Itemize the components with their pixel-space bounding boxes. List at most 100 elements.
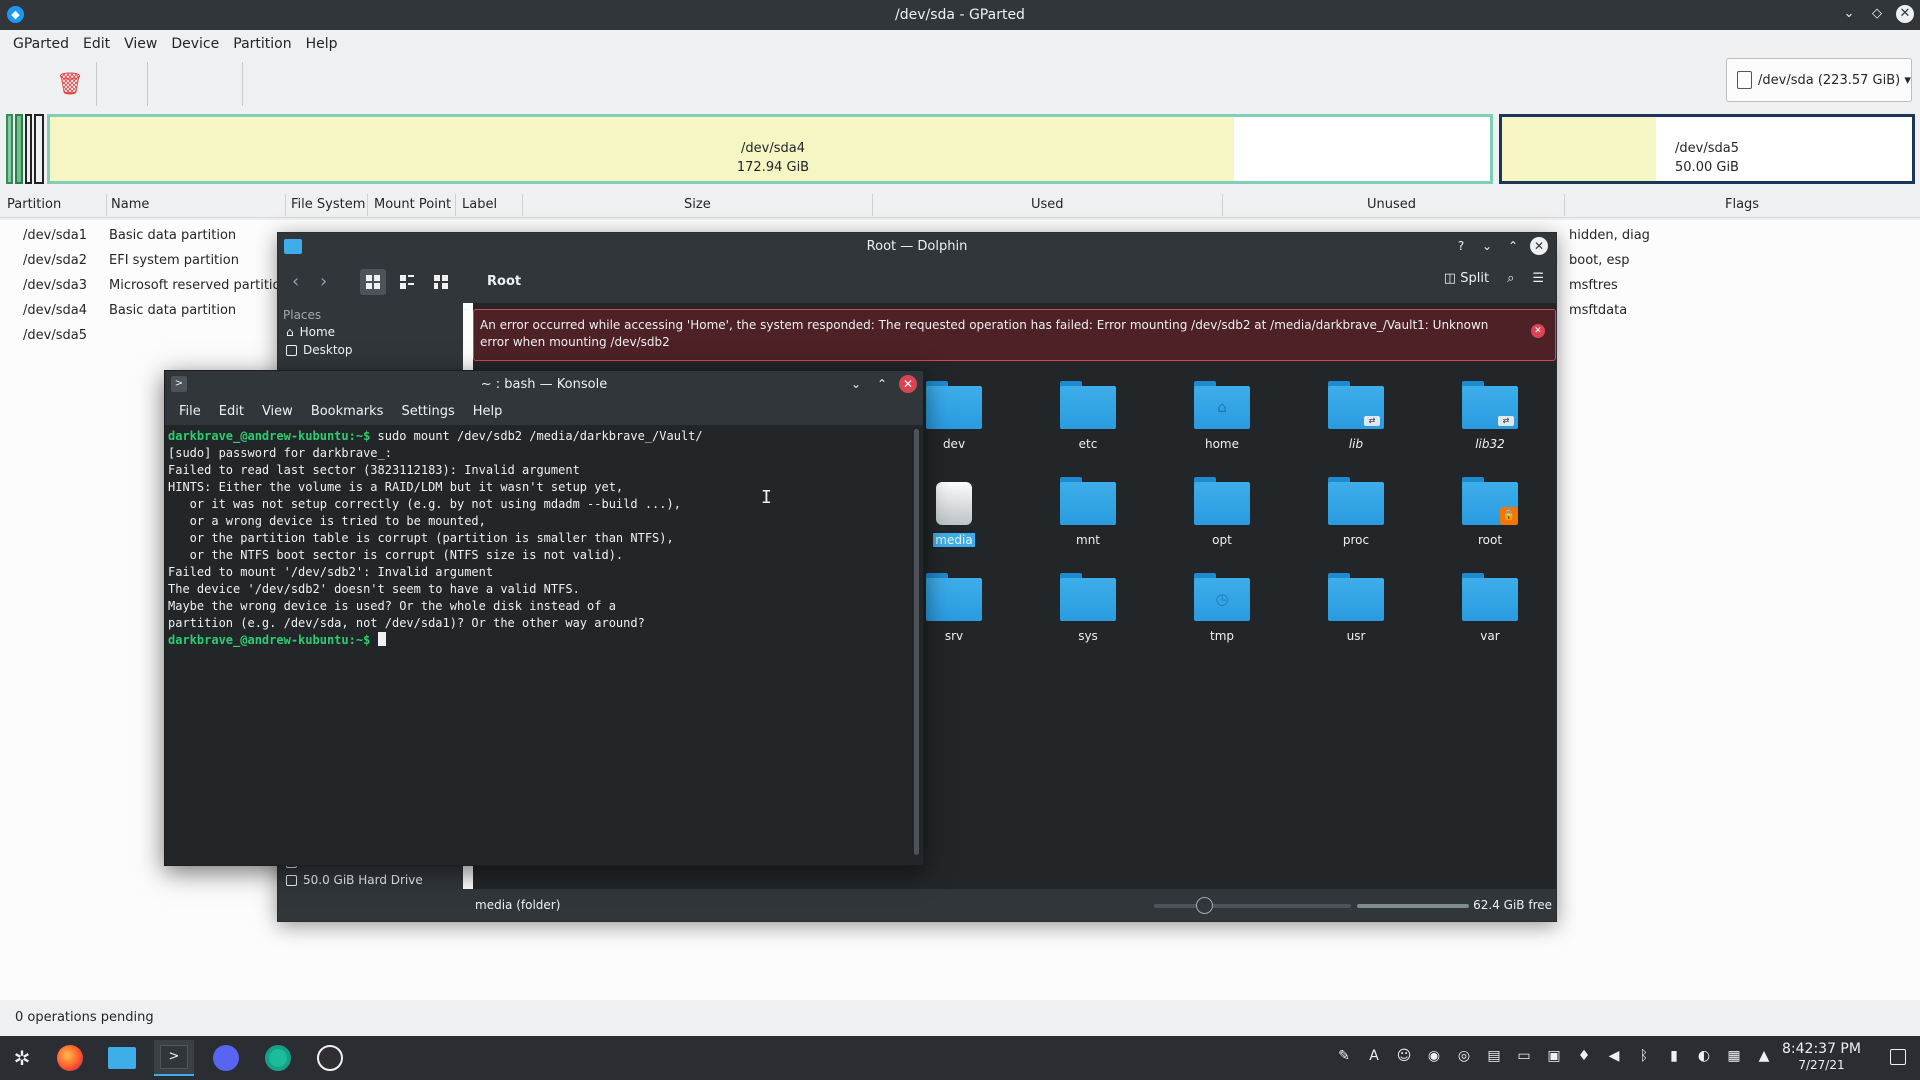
notifications-icon[interactable]: ♦ bbox=[1575, 1048, 1593, 1064]
taskbar-discord[interactable] bbox=[206, 1040, 246, 1076]
close-icon[interactable]: ✕ bbox=[1530, 237, 1548, 255]
menu-device[interactable]: Device bbox=[164, 30, 226, 58]
terminal-output[interactable]: darkbrave_@andrew-kubuntu:~$ sudo mount … bbox=[165, 425, 911, 865]
row-partition: /dev/sda4 bbox=[23, 303, 87, 318]
tray-expand-icon[interactable]: ▲ bbox=[1755, 1048, 1773, 1064]
menu-file[interactable]: File bbox=[170, 399, 210, 425]
image-icon[interactable]: ▣ bbox=[1545, 1048, 1563, 1064]
places-item-drive-50[interactable]: 50.0 GiB Hard Drive bbox=[286, 873, 423, 887]
taskbar-obs[interactable] bbox=[310, 1040, 350, 1076]
network-icon[interactable]: ▦ bbox=[1725, 1048, 1743, 1064]
close-icon[interactable]: ✕ bbox=[899, 375, 917, 393]
partition-sda4-block[interactable]: /dev/sda4 172.94 GiB bbox=[47, 114, 1493, 184]
taskbar-dolphin[interactable] bbox=[102, 1040, 142, 1076]
maximize-icon[interactable]: ⌃ bbox=[1504, 237, 1522, 255]
folder-root[interactable]: 🔒 root bbox=[1445, 477, 1535, 547]
help-icon[interactable]: ? bbox=[1452, 237, 1470, 255]
menu-settings[interactable]: Settings bbox=[392, 399, 463, 425]
column-flags[interactable]: Flags bbox=[1725, 197, 1759, 212]
menu-view[interactable]: View bbox=[117, 30, 164, 58]
menu-view[interactable]: View bbox=[253, 399, 302, 425]
column-size[interactable]: Size bbox=[684, 197, 711, 212]
clipboard-icon[interactable]: ▤ bbox=[1485, 1048, 1503, 1064]
details-view-button[interactable] bbox=[428, 269, 454, 295]
folder-var[interactable]: var bbox=[1445, 573, 1535, 643]
column-partition[interactable]: Partition bbox=[7, 197, 61, 212]
close-error-icon[interactable]: ✕ bbox=[1531, 324, 1545, 338]
search-icon[interactable]: ⌕ bbox=[1507, 271, 1514, 286]
folder-mnt[interactable]: mnt bbox=[1043, 477, 1133, 547]
partition-sda1-block[interactable] bbox=[6, 114, 13, 184]
places-item-desktop[interactable]: Desktop bbox=[286, 343, 353, 357]
show-desktop-icon[interactable] bbox=[1890, 1049, 1906, 1065]
terminal-line: or the NTFS boot sector is corrupt (NTFS… bbox=[168, 548, 624, 562]
partition-sda3b-block[interactable] bbox=[34, 114, 44, 184]
mouse-ibeam-cursor-icon: I bbox=[761, 487, 772, 508]
partition-sda2-block[interactable] bbox=[15, 114, 23, 184]
forward-icon[interactable]: › bbox=[320, 271, 327, 292]
pen-icon[interactable]: ✎ bbox=[1335, 1048, 1353, 1064]
column-file-system[interactable]: File System bbox=[291, 197, 365, 212]
taskbar-konsole[interactable]: > bbox=[154, 1040, 194, 1076]
taskbar-app[interactable] bbox=[258, 1040, 298, 1076]
folder-lib32[interactable]: ⇄ lib32 bbox=[1445, 381, 1535, 451]
column-name[interactable]: Name bbox=[111, 197, 149, 212]
maximize-icon[interactable]: ◇ bbox=[1868, 5, 1886, 23]
folder-tmp[interactable]: ◷ tmp bbox=[1177, 573, 1267, 643]
back-icon[interactable]: ‹ bbox=[292, 271, 299, 292]
battery-icon[interactable]: ▮ bbox=[1665, 1048, 1683, 1064]
minimize-icon[interactable]: ⌄ bbox=[1840, 5, 1858, 23]
minimize-icon[interactable]: ⌄ bbox=[847, 375, 865, 393]
display-icon[interactable]: ▭ bbox=[1515, 1048, 1533, 1064]
location-breadcrumb[interactable]: Root bbox=[487, 274, 521, 289]
folder-proc[interactable]: proc bbox=[1311, 477, 1401, 547]
volume-icon[interactable]: ◀ bbox=[1605, 1048, 1623, 1064]
hamburger-menu-icon[interactable]: ☰ bbox=[1532, 271, 1544, 286]
close-icon[interactable]: ✕ bbox=[1896, 5, 1914, 23]
menu-help[interactable]: Help bbox=[464, 399, 512, 425]
folder-sys[interactable]: sys bbox=[1043, 573, 1133, 643]
column-used[interactable]: Used bbox=[1031, 197, 1064, 212]
microphone-icon[interactable]: ◐ bbox=[1695, 1048, 1713, 1064]
maximize-icon[interactable]: ⌃ bbox=[873, 375, 891, 393]
menu-help[interactable]: Help bbox=[299, 30, 345, 58]
menu-edit[interactable]: Edit bbox=[76, 30, 117, 58]
row-name: EFI system partition bbox=[109, 253, 239, 268]
menu-partition[interactable]: Partition bbox=[226, 30, 298, 58]
terminal-scrollbar[interactable] bbox=[914, 429, 919, 855]
menu-edit[interactable]: Edit bbox=[210, 399, 253, 425]
discord-tray-icon[interactable]: ☺ bbox=[1395, 1048, 1413, 1064]
taskbar-firefox[interactable] bbox=[50, 1040, 90, 1076]
folder-home[interactable]: ⌂ home bbox=[1177, 381, 1267, 451]
partition-sda5-block[interactable]: /dev/sda5 50.00 GiB bbox=[1499, 114, 1915, 184]
obs-tray-icon[interactable]: ◎ bbox=[1455, 1048, 1473, 1064]
terminal-line: Failed to read last sector (3823112183):… bbox=[168, 463, 580, 477]
zoom-slider-track[interactable] bbox=[1154, 904, 1351, 908]
compact-view-button[interactable] bbox=[394, 269, 420, 295]
split-button[interactable]: ◫ Split bbox=[1444, 271, 1489, 286]
zoom-slider-handle[interactable] bbox=[1196, 897, 1213, 914]
keyboard-layout-icon[interactable]: A bbox=[1365, 1048, 1383, 1064]
column-label[interactable]: Label bbox=[462, 197, 497, 212]
icons-view-icon bbox=[366, 275, 380, 289]
column-unused[interactable]: Unused bbox=[1367, 197, 1416, 212]
places-item-home[interactable]: ⌂ Home bbox=[286, 325, 335, 339]
digital-clock[interactable]: 8:42:37 PM 7/27/21 bbox=[1782, 1041, 1861, 1073]
application-launcher[interactable]: ✲ bbox=[2, 1040, 42, 1076]
delete-partition-button[interactable]: 🗑 bbox=[50, 66, 90, 102]
bluetooth-icon[interactable]: ᛒ bbox=[1635, 1048, 1653, 1064]
device-selector[interactable]: /dev/sda (223.57 GiB) ▾ bbox=[1726, 58, 1912, 102]
column-mount-point[interactable]: Mount Point bbox=[374, 197, 451, 212]
icons-view-button[interactable] bbox=[360, 269, 386, 295]
menu-bookmarks[interactable]: Bookmarks bbox=[302, 399, 393, 425]
terminal-command-line: darkbrave_@andrew-kubuntu:~$ sudo mount … bbox=[168, 428, 908, 445]
folder-etc[interactable]: etc bbox=[1043, 381, 1133, 451]
minimize-icon[interactable]: ⌄ bbox=[1478, 237, 1496, 255]
menu-gparted[interactable]: GParted bbox=[6, 30, 76, 58]
folder-usr[interactable]: usr bbox=[1311, 573, 1401, 643]
folder-lib[interactable]: ⇄ lib bbox=[1311, 381, 1401, 451]
folder-opt[interactable]: opt bbox=[1177, 477, 1267, 547]
partition-sda3-block[interactable] bbox=[25, 114, 32, 184]
terminal-line: or a wrong device is tried to be mounted… bbox=[168, 514, 486, 528]
media-icon[interactable]: ◉ bbox=[1425, 1048, 1443, 1064]
